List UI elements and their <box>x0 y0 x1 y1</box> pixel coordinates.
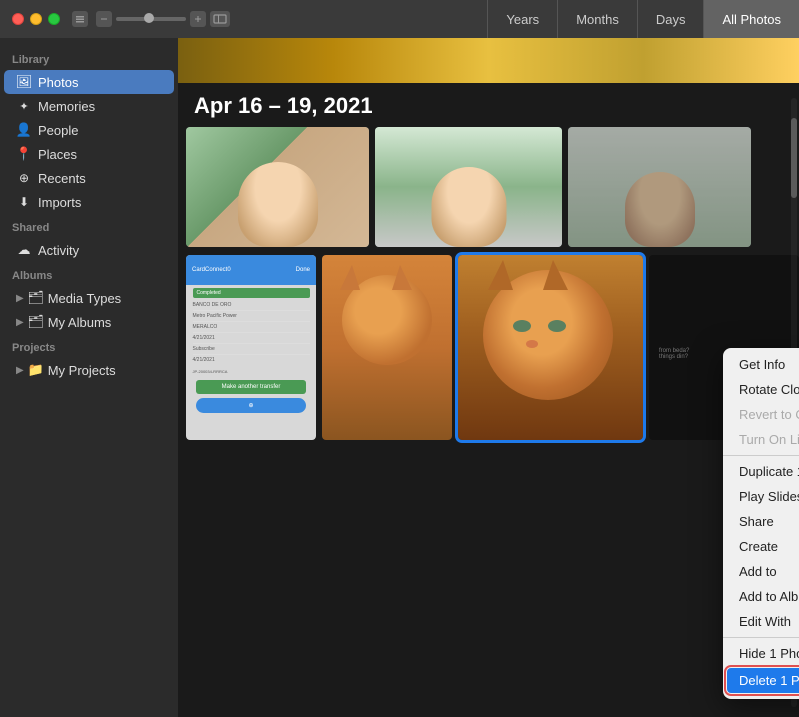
memories-icon: ✦ <box>16 98 32 114</box>
sidebar-item-photos[interactable]: 🖼 Photos <box>4 70 174 94</box>
date-header: Apr 16 – 19, 2021 <box>178 83 799 127</box>
ctx-play-slideshow[interactable]: Play Slideshow <box>723 484 799 509</box>
sidebar-item-media-types[interactable]: ▶ 🗂 Media Types <box>4 286 174 310</box>
chevron-icon-2: ▶ <box>16 317 24 328</box>
tab-all-photos[interactable]: All Photos <box>703 0 799 38</box>
sidebar-item-my-albums[interactable]: ▶ 🗂 My Albums <box>4 310 174 334</box>
ctx-delete-photo[interactable]: Delete 1 Photo <box>727 668 799 693</box>
sidebar-item-my-albums-label: My Albums <box>48 315 112 330</box>
ctx-separator-1 <box>723 455 799 456</box>
photo-thumb-baby-3[interactable] <box>568 127 751 247</box>
zoom-slider[interactable] <box>96 11 230 27</box>
slider-thumb <box>144 13 154 23</box>
ctx-edit-with[interactable]: Edit With ▶ <box>723 609 799 634</box>
sidebar-item-activity[interactable]: ☁ Activity <box>4 238 174 262</box>
sidebar-item-memories-label: Memories <box>38 99 95 114</box>
top-strip-photo[interactable] <box>178 38 799 83</box>
albums-section-header: Albums <box>0 262 178 286</box>
recents-icon: ⊕ <box>16 170 32 186</box>
places-icon: 📍 <box>16 146 32 162</box>
media-types-icon: 🗂 <box>28 290 44 306</box>
sidebar-item-imports-label: Imports <box>38 195 81 210</box>
sidebar-item-recents[interactable]: ⊕ Recents <box>4 166 174 190</box>
projects-section-header: Projects <box>0 334 178 358</box>
chevron-icon: ▶ <box>16 293 24 304</box>
ctx-separator-2 <box>723 637 799 638</box>
my-projects-icon: 📁 <box>28 362 44 378</box>
sidebar-item-imports[interactable]: ⬇ Imports <box>4 190 174 214</box>
sidebar-item-people-label: People <box>38 123 78 138</box>
photo-thumb-baby-1[interactable] <box>186 127 369 247</box>
tab-months[interactable]: Months <box>557 0 637 38</box>
scrollbar-thumb[interactable] <box>791 118 797 198</box>
chevron-icon-3: ▶ <box>16 365 24 376</box>
sidebar-item-my-projects-label: My Projects <box>48 363 116 378</box>
photo-thumb-cat-2[interactable] <box>458 255 643 440</box>
photo-row-babies <box>186 127 791 247</box>
my-albums-icon: 🗂 <box>28 314 44 330</box>
ctx-rotate-clockwise[interactable]: Rotate Clockwise <box>723 377 799 402</box>
sidebar-item-memories[interactable]: ✦ Memories <box>4 94 174 118</box>
fullscreen-button[interactable] <box>210 11 230 27</box>
minimize-button[interactable] <box>30 13 42 25</box>
photo-thumb-baby-2[interactable] <box>375 127 562 247</box>
ctx-turn-on-live-photo: Turn On Live Photo <box>723 427 799 452</box>
sidebar-toggle-button[interactable] <box>72 11 88 27</box>
titlebar-controls <box>72 11 88 27</box>
shared-section-header: Shared <box>0 214 178 238</box>
tab-days[interactable]: Days <box>637 0 704 38</box>
imports-icon: ⬇ <box>16 194 32 210</box>
tab-years[interactable]: Years <box>487 0 557 38</box>
context-menu: Get Info Rotate Clockwise Revert to Orig… <box>723 348 799 699</box>
photos-icon: 🖼 <box>16 74 32 90</box>
app-body: Library 🖼 Photos ✦ Memories 👤 People 📍 P… <box>0 38 799 717</box>
ctx-create[interactable]: Create ▶ <box>723 534 799 559</box>
traffic-lights <box>0 13 60 25</box>
maximize-button[interactable] <box>48 13 60 25</box>
sidebar-item-media-types-label: Media Types <box>48 291 121 306</box>
view-tabs: Years Months Days All Photos <box>487 0 799 38</box>
ctx-add-to[interactable]: Add to ▶ <box>723 559 799 584</box>
sidebar-item-people[interactable]: 👤 People <box>4 118 174 142</box>
titlebar: Years Months Days All Photos <box>0 0 799 38</box>
main-area: Apr 16 – 19, 2021 <box>178 38 799 717</box>
close-button[interactable] <box>12 13 24 25</box>
activity-icon: ☁ <box>16 242 32 258</box>
photo-thumb-screenshot[interactable]: CardConnect0Done Completed BANCO DE ORO … <box>186 255 316 440</box>
sidebar-item-photos-label: Photos <box>38 75 78 90</box>
library-section-header: Library <box>0 46 178 70</box>
sidebar-item-recents-label: Recents <box>38 171 86 186</box>
sidebar-item-my-projects[interactable]: ▶ 📁 My Projects <box>4 358 174 382</box>
zoom-out-button[interactable] <box>96 11 112 27</box>
sidebar-item-activity-label: Activity <box>38 243 79 258</box>
sidebar: Library 🖼 Photos ✦ Memories 👤 People 📍 P… <box>0 38 178 717</box>
ctx-revert-original: Revert to Original <box>723 402 799 427</box>
zoom-in-button[interactable] <box>190 11 206 27</box>
sidebar-item-places[interactable]: 📍 Places <box>4 142 174 166</box>
photo-thumb-cat-1[interactable] <box>322 255 452 440</box>
slider-track[interactable] <box>116 17 186 21</box>
people-icon: 👤 <box>16 122 32 138</box>
sidebar-item-places-label: Places <box>38 147 77 162</box>
ctx-add-to-album[interactable]: Add to Album <box>723 584 799 609</box>
ctx-duplicate[interactable]: Duplicate 1 Photo <box>723 459 799 484</box>
photo-row-cats: CardConnect0Done Completed BANCO DE ORO … <box>186 255 791 440</box>
ctx-share[interactable]: Share ▶ <box>723 509 799 534</box>
ctx-hide-photo[interactable]: Hide 1 Photo <box>723 641 799 666</box>
photos-grid: CardConnect0Done Completed BANCO DE ORO … <box>178 127 799 440</box>
ctx-get-info[interactable]: Get Info <box>723 352 799 377</box>
